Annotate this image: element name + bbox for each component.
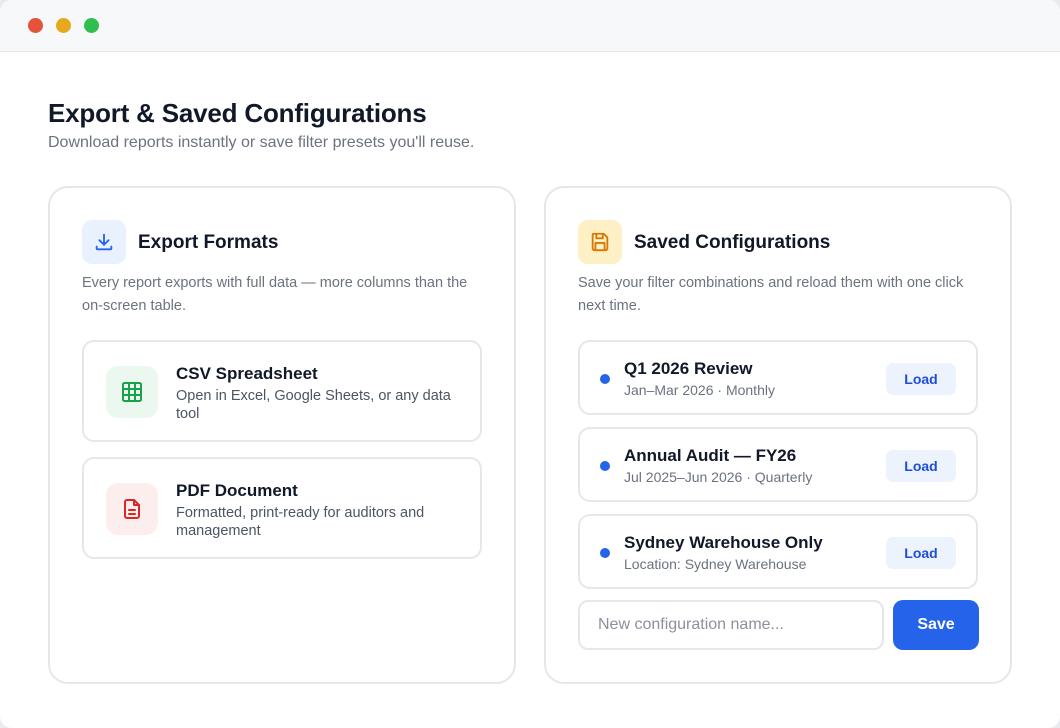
floppy-disk-icon [578, 220, 622, 264]
export-formats-description: Every report exports with full data — mo… [82, 275, 468, 314]
maximize-window-button[interactable] [84, 18, 99, 33]
saved-config-item: Q1 2026 Review Jan–Mar 2026 · Monthly Lo… [578, 340, 978, 415]
saved-configurations-description: Save your filter combinations and reload… [578, 275, 964, 314]
page-title: Export & Saved Configurations [48, 98, 427, 128]
csv-export-option[interactable]: CSV Spreadsheet Open in Excel, Google Sh… [82, 340, 482, 442]
saved-configurations-card: Saved Configurations Save your filter co… [544, 186, 1012, 684]
page-subtitle: Download reports instantly or save filte… [48, 134, 475, 151]
save-config-button[interactable]: Save [893, 600, 979, 650]
config-name: Annual Audit — FY26 [624, 446, 797, 465]
pdf-format-name: PDF Document [176, 481, 298, 500]
saved-config-item: Annual Audit — FY26 Jul 2025–Jun 2026 · … [578, 427, 978, 502]
load-config-button[interactable]: Load [886, 450, 956, 482]
config-meta: Location: Sydney Warehouse [624, 556, 807, 572]
config-name: Q1 2026 Review [624, 359, 753, 378]
csv-format-name: CSV Spreadsheet [176, 364, 318, 383]
window-titlebar [0, 0, 1060, 52]
load-config-button[interactable]: Load [886, 537, 956, 569]
export-formats-card: Export Formats Every report exports with… [48, 186, 516, 684]
close-window-button[interactable] [28, 18, 43, 33]
export-formats-title: Export Formats [138, 232, 279, 253]
document-icon [106, 483, 158, 535]
new-config-name-input[interactable] [578, 600, 884, 650]
config-status-dot [600, 548, 610, 558]
load-config-button[interactable]: Load [886, 363, 956, 395]
saved-config-item: Sydney Warehouse Only Location: Sydney W… [578, 514, 978, 589]
app-window: Export & Saved Configurations Download r… [0, 0, 1060, 728]
pdf-export-option[interactable]: PDF Document Formatted, print-ready for … [82, 457, 482, 559]
config-name: Sydney Warehouse Only [624, 533, 823, 552]
saved-configurations-title: Saved Configurations [634, 232, 831, 253]
config-meta: Jul 2025–Jun 2026 · Quarterly [624, 469, 813, 485]
download-icon [82, 220, 126, 264]
config-meta: Jan–Mar 2026 · Monthly [624, 382, 775, 398]
csv-format-description: Open in Excel, Google Sheets, or any dat… [176, 388, 451, 422]
minimize-window-button[interactable] [56, 18, 71, 33]
spreadsheet-grid-icon [106, 366, 158, 418]
pdf-format-description: Formatted, print-ready for auditors and … [176, 505, 425, 539]
config-status-dot [600, 374, 610, 384]
config-status-dot [600, 461, 610, 471]
